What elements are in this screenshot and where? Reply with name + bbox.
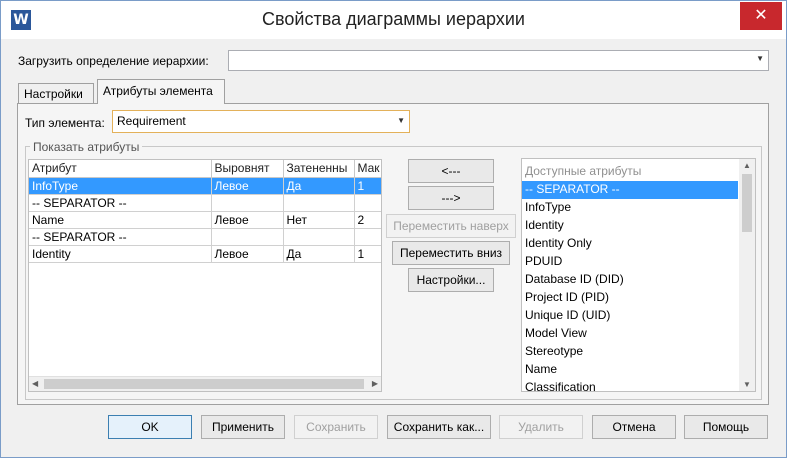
table-cell: Левое [211,211,284,229]
table-cell: 1 [354,177,381,195]
table-cell: Левое [211,177,284,195]
table-cell: -- SEPARATOR -- [29,228,212,246]
column-header-attribute[interactable]: Атрибут [29,160,212,178]
table-row[interactable]: Identity Левое Да 1 [29,245,381,263]
chevron-down-icon: ▼ [397,116,405,125]
scroll-right-icon[interactable]: ▶ [372,379,378,388]
table-cell: 2 [354,211,381,229]
move-down-button[interactable]: Переместить вниз [392,241,510,265]
table-cell [354,228,381,246]
list-item[interactable]: Identity [522,217,738,235]
chevron-down-icon: ▼ [756,54,764,63]
table-cell: 1 [354,245,381,263]
list-item[interactable]: Classification [522,379,738,391]
table-row[interactable]: Name Левое Нет 2 [29,211,381,229]
table-cell: Левое [211,245,284,263]
attribute-settings-button[interactable]: Настройки... [408,268,494,292]
load-definition-dropdown[interactable]: ▼ [228,50,769,71]
list-item[interactable]: Identity Only [522,235,738,253]
scroll-thumb[interactable] [742,174,752,232]
table-cell: Identity [29,245,212,263]
list-item[interactable]: Project ID (PID) [522,289,738,307]
list-item[interactable]: Unique ID (UID) [522,307,738,325]
table-row[interactable]: -- SEPARATOR -- [29,194,381,212]
table-cell: -- SEPARATOR -- [29,194,212,212]
vertical-scrollbar[interactable]: ▲ ▼ [739,159,755,391]
table-cell: Да [283,245,355,263]
list-item[interactable]: Model View [522,325,738,343]
list-item[interactable]: InfoType [522,199,738,217]
dialog-title: Свойства диаграммы иерархии [262,9,525,29]
load-definition-label: Загрузить определение иерархии: [18,54,209,68]
scroll-thumb[interactable] [44,379,364,389]
column-header-max[interactable]: Мак [354,160,381,178]
attributes-table[interactable]: Атрибут Выровнят Затененны Мак InfoType … [28,159,382,392]
table-header-row: Атрибут Выровнят Затененны Мак [29,160,381,178]
save-as-button[interactable]: Сохранить как... [387,415,491,439]
move-up-button[interactable]: Переместить наверх [386,214,516,238]
list-item[interactable]: -- SEPARATOR -- [522,181,738,199]
available-attributes-header: Доступные атрибуты [525,164,642,178]
table-cell: Name [29,211,212,229]
element-type-value: Requirement [117,114,186,128]
table-cell: Да [283,177,355,195]
help-button[interactable]: Помощь [684,415,768,439]
table-cell [211,228,284,246]
remove-attribute-button[interactable]: ---> [408,186,494,210]
horizontal-scrollbar[interactable]: ◀ ▶ [29,376,381,391]
table-row[interactable]: -- SEPARATOR -- [29,228,381,246]
apply-button[interactable]: Применить [201,415,285,439]
list-item[interactable]: Name [522,361,738,379]
tab-settings[interactable]: Настройки [18,83,94,104]
table-row[interactable]: InfoType Левое Да 1 [29,177,381,195]
element-type-dropdown[interactable]: Requirement ▼ [112,110,410,133]
scroll-left-icon[interactable]: ◀ [32,379,38,388]
list-item[interactable]: Stereotype [522,343,738,361]
table-cell: InfoType [29,177,212,195]
save-button[interactable]: Сохранить [294,415,378,439]
column-header-align[interactable]: Выровнят [211,160,284,178]
scroll-up-icon[interactable]: ▲ [743,161,751,170]
element-type-label: Тип элемента: [25,116,105,130]
close-button[interactable]: ✕ [740,2,782,30]
ok-button[interactable]: OK [108,415,192,439]
available-attributes-list[interactable]: Доступные атрибуты -- SEPARATOR -- InfoT… [521,158,756,392]
scroll-down-icon[interactable]: ▼ [743,380,751,389]
show-attributes-label: Показать атрибуты [30,140,143,154]
list-item[interactable]: Database ID (DID) [522,271,738,289]
tab-element-attributes[interactable]: Атрибуты элемента [97,79,225,104]
cancel-button[interactable]: Отмена [592,415,676,439]
list-item[interactable]: PDUID [522,253,738,271]
title-bar: W Свойства диаграммы иерархии ✕ [1,1,786,39]
table-cell: Нет [283,211,355,229]
column-header-shaded[interactable]: Затененны [283,160,355,178]
table-cell [354,194,381,212]
table-cell [283,194,355,212]
add-attribute-button[interactable]: <--- [408,159,494,183]
table-cell [283,228,355,246]
table-cell [211,194,284,212]
delete-button[interactable]: Удалить [499,415,583,439]
